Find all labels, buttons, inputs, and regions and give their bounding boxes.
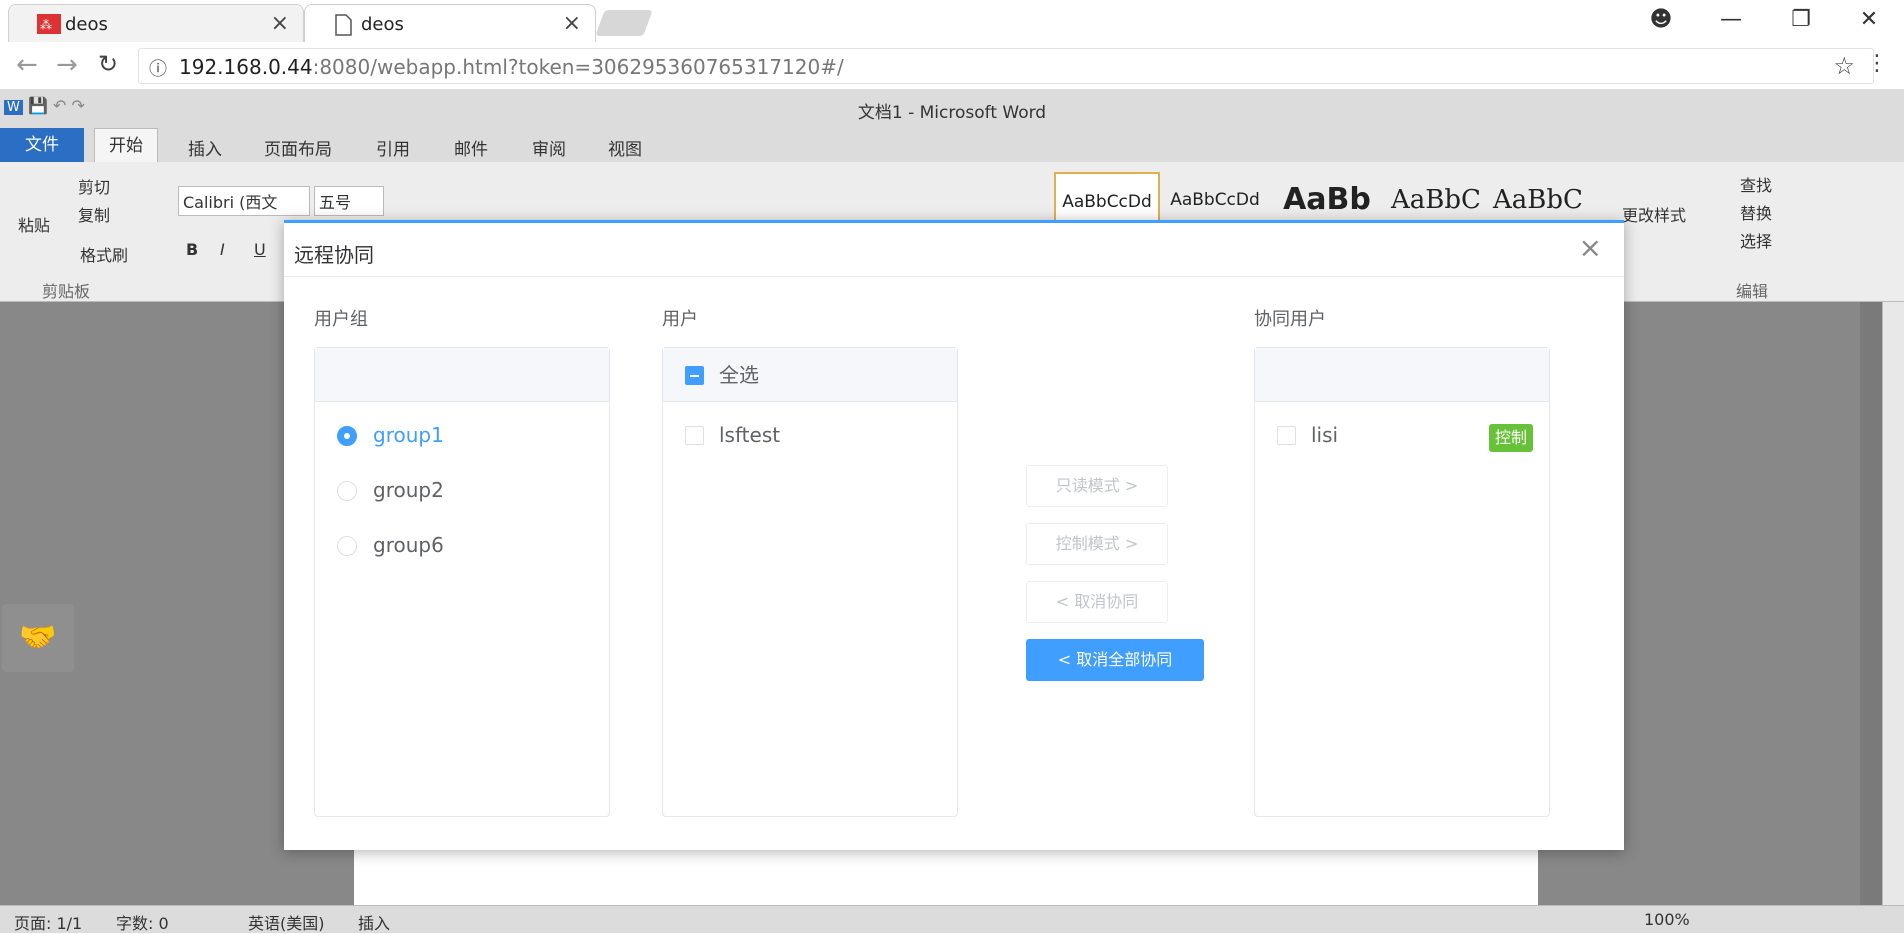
language-status[interactable]: 英语(美国): [248, 910, 325, 934]
tab-page-layout[interactable]: 页面布局: [264, 135, 332, 160]
tab-references[interactable]: 引用: [376, 135, 410, 160]
page-count[interactable]: 页面: 1/1: [14, 910, 82, 934]
editing-group-label: 编辑: [1736, 282, 1769, 301]
remote-collab-dialog: 远程协同 × 用户组 用户 协同用户 group1 group2 group6 …: [284, 220, 1624, 850]
page-icon: [333, 14, 357, 36]
find-button[interactable]: 查找: [1740, 172, 1772, 196]
url-input[interactable]: ⓘ 192.168.0.44:8080/webapp.html?token=30…: [138, 48, 1874, 84]
zoom-level[interactable]: 100%: [1644, 910, 1690, 929]
browser-menu-icon[interactable]: ⋮: [1866, 51, 1888, 76]
reload-icon[interactable]: ↻: [98, 50, 118, 78]
replace-button[interactable]: 替换: [1740, 200, 1772, 224]
tab-mailings[interactable]: 邮件: [454, 135, 488, 160]
tab-home[interactable]: 开始: [94, 128, 158, 162]
control-mode-button[interactable]: 控制模式 >: [1026, 523, 1168, 565]
change-styles-button[interactable]: 更改样式: [1622, 202, 1686, 226]
divider: [284, 276, 1624, 277]
cancel-collab-button[interactable]: < 取消协同: [1026, 581, 1168, 623]
user-group-panel: group1 group2 group6: [314, 347, 610, 817]
restore-icon[interactable]: ❐: [1770, 0, 1832, 42]
vertical-scrollbar[interactable]: [1882, 302, 1904, 905]
word-title-bar: W 💾 ↶ ↷ 文档1 - Microsoft Word: [0, 90, 1904, 128]
control-mode-tag: 控制: [1488, 424, 1533, 452]
cut-button[interactable]: 剪切: [78, 174, 110, 198]
checkbox-indeterminate-icon[interactable]: [685, 366, 704, 385]
underline-button[interactable]: U: [254, 240, 266, 259]
tab-view[interactable]: 视图: [608, 135, 642, 160]
address-bar-row: ← → ↻ ⓘ 192.168.0.44:8080/webapp.html?to…: [0, 42, 1904, 90]
close-icon[interactable]: ×: [1579, 231, 1602, 264]
copy-button[interactable]: 复制: [78, 202, 110, 226]
font-name-select[interactable]: Calibri (西文: [178, 186, 310, 216]
italic-button[interactable]: I: [220, 240, 225, 259]
url-text: 192.168.0.44:8080/webapp.html?token=3062…: [179, 55, 844, 79]
document-title: 文档1 - Microsoft Word: [857, 103, 1047, 123]
browser-tab-bar: ⁂ deos × deos × ☻ — ❐ ✕: [0, 0, 1904, 42]
radio-icon[interactable]: [337, 481, 357, 501]
minimize-icon[interactable]: —: [1700, 0, 1762, 42]
dialog-title: 远程协同: [294, 243, 374, 267]
close-icon[interactable]: ×: [563, 11, 581, 36]
account-icon[interactable]: ☻: [1630, 0, 1692, 42]
back-icon[interactable]: ←: [16, 50, 38, 80]
select-button[interactable]: 选择: [1740, 228, 1772, 252]
radio-checked-icon[interactable]: [337, 426, 357, 446]
format-painter-button[interactable]: 格式刷: [80, 242, 128, 266]
browser-tab-1[interactable]: ⁂ deos ×: [8, 4, 304, 42]
radio-icon[interactable]: [337, 536, 357, 556]
tab-title: deos: [65, 14, 108, 35]
users-label: 用户: [662, 309, 698, 330]
collab-users-panel: lisi 控制: [1254, 347, 1550, 817]
bold-button[interactable]: B: [186, 240, 198, 259]
status-bar: 页面: 1/1 字数: 0 英语(美国) 插入 100%: [0, 905, 1904, 933]
tab-title: deos: [361, 14, 404, 35]
panel-header: [1255, 348, 1549, 402]
close-icon[interactable]: ×: [271, 11, 289, 36]
checkbox-icon[interactable]: [1277, 426, 1296, 445]
collab-users-label: 协同用户: [1254, 309, 1326, 330]
word-count[interactable]: 字数: 0: [116, 910, 169, 934]
readonly-mode-button[interactable]: 只读模式 >: [1026, 465, 1168, 507]
browser-tab-2[interactable]: deos ×: [304, 4, 596, 42]
checkbox-icon[interactable]: [685, 426, 704, 445]
clipboard-group-label: 剪贴板: [42, 282, 91, 301]
forward-icon[interactable]: →: [56, 50, 78, 80]
new-tab-button[interactable]: [595, 10, 653, 36]
panel-header: 全选: [663, 348, 957, 402]
paste-button[interactable]: 粘贴: [18, 212, 50, 236]
insert-mode-status[interactable]: 插入: [358, 910, 390, 934]
tab-file[interactable]: 文件: [0, 128, 84, 162]
tab-insert[interactable]: 插入: [188, 135, 222, 160]
tab-review[interactable]: 审阅: [532, 135, 566, 160]
svg-text:⁂: ⁂: [40, 18, 52, 32]
cancel-all-collab-button[interactable]: < 取消全部协同: [1026, 639, 1204, 681]
font-size-select[interactable]: 五号: [314, 186, 384, 216]
bookmark-star-icon[interactable]: ☆: [1833, 52, 1855, 80]
info-icon[interactable]: ⓘ: [149, 55, 167, 81]
collaboration-handshake-icon[interactable]: 🤝: [2, 604, 74, 672]
ribbon-tabs: 文件 开始 插入 页面布局 引用 邮件 审阅 视图: [0, 128, 1904, 162]
users-panel: 全选 lsftest: [662, 347, 958, 817]
user-group-label: 用户组: [314, 309, 368, 330]
window-close-icon[interactable]: ✕: [1838, 0, 1900, 42]
panel-header: [315, 348, 609, 402]
deos-logo-icon: ⁂: [37, 14, 61, 34]
